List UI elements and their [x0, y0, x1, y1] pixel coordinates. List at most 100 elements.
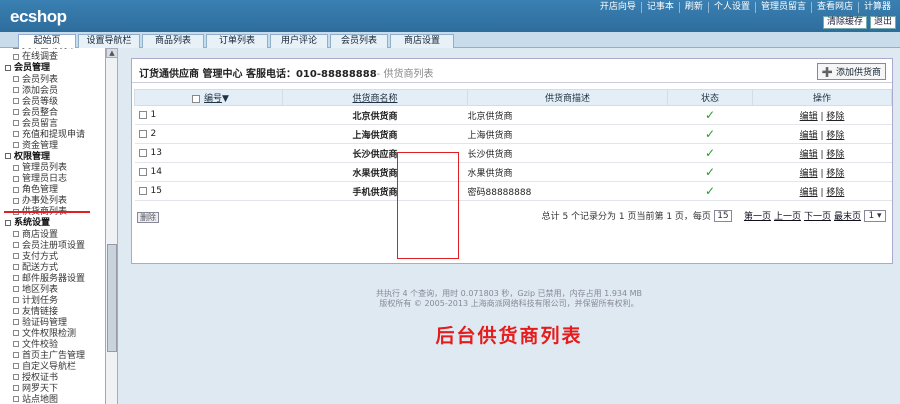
prev-page-link[interactable]: 上一页	[774, 209, 801, 222]
tab-product-list[interactable]: 商品列表	[142, 34, 204, 48]
sidebar-item[interactable]: 友情链接	[0, 307, 105, 318]
edit-link[interactable]: 编辑	[800, 150, 818, 160]
edit-link[interactable]: 编辑	[800, 169, 818, 179]
sidebar-item[interactable]: 角色管理	[0, 185, 105, 196]
check-icon[interactable]: ✓	[705, 127, 715, 141]
top-links: 开店向导 记事本 刷新 个人设置 管理员留言 查看网店 计算器	[595, 2, 896, 13]
cell-status[interactable]: ✓	[667, 162, 753, 182]
tab-store-settings[interactable]: 商店设置	[390, 34, 454, 48]
remove-link[interactable]: 移除	[826, 188, 844, 198]
logout-button[interactable]: 退出	[869, 16, 896, 29]
doc-icon	[13, 231, 19, 237]
sidebar-item[interactable]: 邮件服务器设置	[0, 274, 105, 285]
sidebar-item[interactable]: 会员注册项设置	[0, 241, 105, 252]
sidebar-item[interactable]: 首页主广告管理	[0, 351, 105, 362]
sidebar-item[interactable]: 在线调查	[0, 52, 105, 63]
col-status: 状态	[667, 89, 753, 106]
sidebar-item[interactable]: 资金管理	[0, 141, 105, 152]
cell-name: 北京供货商	[282, 105, 468, 125]
edit-link[interactable]: 编辑	[800, 188, 818, 198]
remove-link[interactable]: 移除	[826, 112, 844, 122]
sidebar-item[interactable]: 会员留言	[0, 119, 105, 130]
sidebar-item[interactable]: 会员列表	[0, 75, 105, 86]
scroll-thumb[interactable]	[107, 244, 117, 352]
sidebar-scrollbar[interactable]: ▲	[106, 48, 118, 404]
sidebar-item[interactable]: 站点地图	[0, 395, 105, 404]
add-supplier-button[interactable]: ➕ 添加供货商	[816, 63, 886, 80]
clear-cache-button[interactable]: 清除缓存	[822, 16, 867, 29]
select-all-checkbox[interactable]	[192, 94, 201, 103]
edit-link[interactable]: 编辑	[800, 131, 818, 141]
next-page-link[interactable]: 下一页	[804, 209, 831, 222]
footer-copyright: 版权所有 © 2005-2013 上海商派网络科技有限公司，并保留所有权利。	[379, 299, 639, 308]
col-desc: 供货商描述	[467, 89, 668, 106]
sidebar-item[interactable]: 文件校验	[0, 340, 105, 351]
cell-status[interactable]: ✓	[667, 124, 753, 144]
sidebar-item[interactable]: 充值和提现申请	[0, 130, 105, 141]
per-page-input[interactable]: 15	[713, 209, 732, 222]
top-link-view-store[interactable]: 查看网店	[810, 2, 858, 13]
remove-link[interactable]: 移除	[826, 169, 844, 179]
last-page-link[interactable]: 最末页	[834, 209, 861, 222]
cell-status[interactable]: ✓	[667, 143, 753, 163]
footer: 共执行 4 个查询，用时 0.071803 秒，Gzip 已禁用，内存占用 1.…	[118, 289, 900, 309]
sidebar-item[interactable]: 管理员日志	[0, 174, 105, 185]
tab-member-list[interactable]: 会员列表	[330, 34, 388, 48]
scroll-up-arrow-icon[interactable]: ▲	[106, 48, 118, 58]
cell-actions: 编辑 | 移除	[752, 143, 892, 163]
sidebar-item[interactable]: 授权证书	[0, 373, 105, 384]
sidebar-item[interactable]: 添加会员	[0, 86, 105, 97]
tab-user-comments[interactable]: 用户评论	[270, 34, 328, 48]
doc-icon	[13, 330, 19, 336]
sidebar-group[interactable]: 权限管理	[0, 152, 105, 164]
page-select[interactable]: 1 ▾	[864, 209, 886, 222]
row-checkbox[interactable]	[138, 110, 147, 119]
sidebar-item[interactable]: 会员整合	[0, 108, 105, 119]
row-checkbox[interactable]	[138, 129, 147, 138]
sidebar-item[interactable]: 支付方式	[0, 252, 105, 263]
check-icon[interactable]: ✓	[705, 108, 715, 122]
top-link-notepad[interactable]: 记事本	[640, 2, 679, 13]
sidebar-item[interactable]: 验证码管理	[0, 318, 105, 329]
doc-icon	[13, 253, 19, 259]
top-link-personal-settings[interactable]: 个人设置	[707, 2, 755, 13]
sidebar-item[interactable]: 管理员列表	[0, 163, 105, 174]
check-icon[interactable]: ✓	[705, 146, 715, 160]
doc-icon	[13, 76, 19, 82]
row-checkbox[interactable]	[138, 167, 147, 176]
col-name[interactable]: 供货商名称	[282, 89, 468, 106]
top-link-refresh[interactable]: 刷新	[678, 2, 708, 13]
check-icon[interactable]: ✓	[705, 165, 715, 179]
remove-link[interactable]: 移除	[826, 131, 844, 141]
sidebar-item[interactable]: 网罗天下	[0, 384, 105, 395]
doc-icon	[13, 242, 19, 248]
tab-nav-settings[interactable]: 设置导航栏	[78, 34, 140, 48]
top-link-wizard[interactable]: 开店向导	[595, 2, 641, 13]
sidebar-group[interactable]: 系统设置	[0, 218, 105, 230]
row-checkbox[interactable]	[138, 186, 147, 195]
top-link-admin-messages[interactable]: 管理员留言	[754, 2, 811, 13]
col-id[interactable]: 编号▼	[134, 89, 283, 106]
row-checkbox[interactable]	[138, 148, 147, 157]
edit-link[interactable]: 编辑	[800, 112, 818, 122]
sidebar-item[interactable]: 会员等级	[0, 97, 105, 108]
remove-link[interactable]: 移除	[826, 150, 844, 160]
sidebar-item[interactable]: 地区列表	[0, 285, 105, 296]
sidebar-item[interactable]: 配送方式	[0, 263, 105, 274]
tab-order-list[interactable]: 订单列表	[206, 34, 268, 48]
top-link-calculator[interactable]: 计算器	[857, 2, 896, 13]
cell-status[interactable]: ✓	[667, 181, 753, 201]
table-row: 1 北京供货商 北京供货商 ✓ 编辑 | 移除	[134, 105, 892, 125]
sidebar-item[interactable]: 计划任务	[0, 296, 105, 307]
cell-status[interactable]: ✓	[667, 105, 753, 125]
cell-actions: 编辑 | 移除	[752, 162, 892, 182]
tab-start-page[interactable]: 起始页	[18, 34, 76, 48]
check-icon[interactable]: ✓	[705, 184, 715, 198]
sidebar-group[interactable]: 会员管理	[0, 63, 105, 75]
sidebar-item[interactable]: 办事处列表	[0, 196, 105, 207]
sidebar-item[interactable]: 自定义导航栏	[0, 362, 105, 373]
sidebar-item[interactable]: 商店设置	[0, 230, 105, 241]
first-page-link[interactable]: 第一页	[744, 209, 771, 222]
sidebar-item[interactable]: 文件权限检测	[0, 329, 105, 340]
delete-button[interactable]: 删除	[137, 212, 159, 223]
